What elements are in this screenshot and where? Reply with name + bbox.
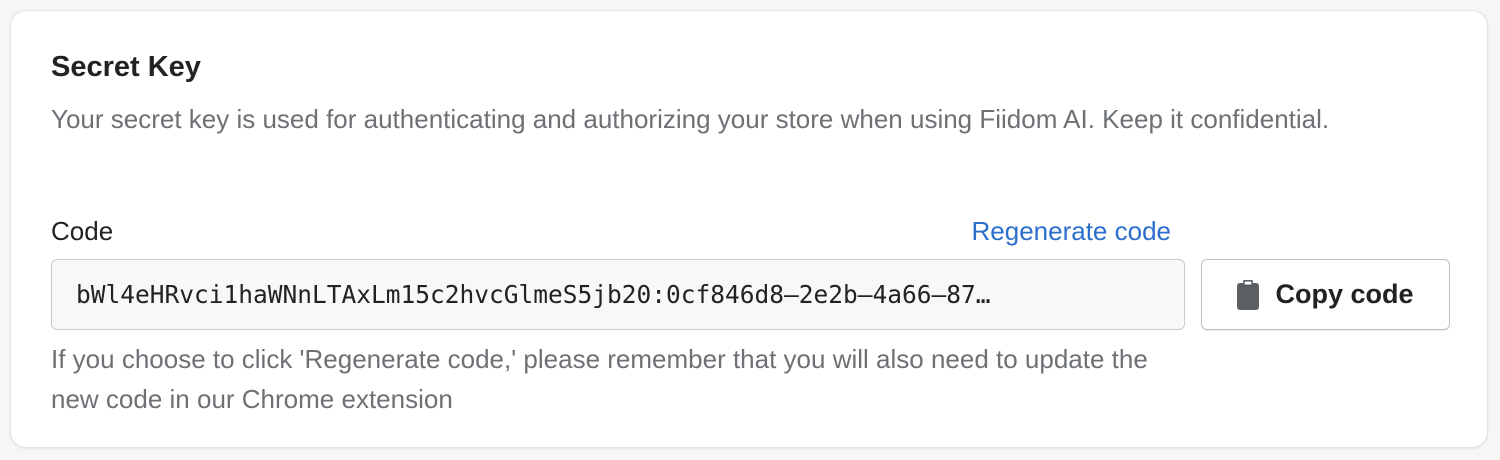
regenerate-help-text: If you choose to click 'Regenerate code,… <box>51 344 1148 414</box>
card-title: Secret Key <box>51 51 201 83</box>
secret-key-card: Secret Key Your secret key is used for a… <box>10 10 1488 448</box>
code-field-label: Code <box>51 216 114 246</box>
copy-code-button[interactable]: Copy code <box>1201 259 1450 330</box>
code-field[interactable]: bWl4eHRvci1haWNnLTAxLm15c2hvcGlmeS5jb20:… <box>51 259 1185 330</box>
regenerate-code-link[interactable]: Regenerate code <box>972 213 1171 249</box>
code-value[interactable]: bWl4eHRvci1haWNnLTAxLm15c2hvcGlmeS5jb20:… <box>76 280 1160 309</box>
clipboard-icon <box>1237 279 1260 310</box>
card-description: Your secret key is used for authenticati… <box>51 104 1330 134</box>
copy-code-label: Copy code <box>1275 279 1414 309</box>
